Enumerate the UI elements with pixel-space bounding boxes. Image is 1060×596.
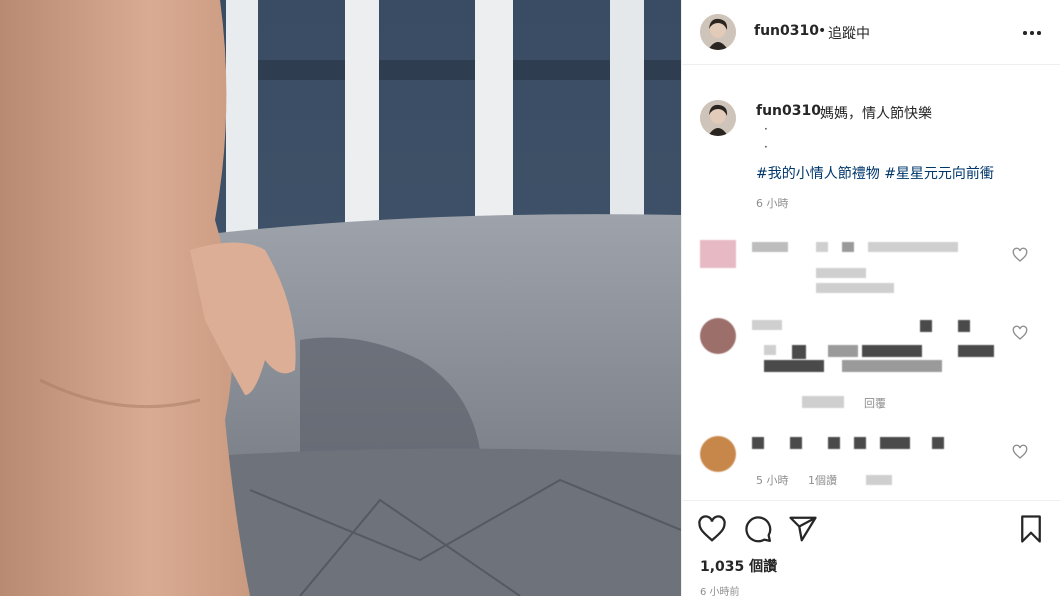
comment-reply-link[interactable]: 回覆: [864, 395, 886, 411]
pixelated-text: [816, 283, 894, 293]
pixelated-text: [868, 242, 958, 252]
caption-dot: ·: [764, 122, 768, 136]
hashtag-link[interactable]: #星星元元向前衝: [884, 166, 994, 182]
pixelated-text: [920, 320, 932, 332]
comment-icon[interactable]: [743, 514, 773, 544]
caption-dot: ·: [764, 140, 768, 154]
following-button[interactable]: 追蹤中: [828, 23, 870, 43]
pixelated-text: [880, 437, 910, 449]
action-bar: 1,035 個讚 6 小時前: [682, 500, 1060, 596]
post-photo[interactable]: [0, 0, 681, 596]
pixelated-text: [866, 475, 892, 485]
pixelated-text: [752, 437, 764, 449]
comment-timestamp: 5 小時: [756, 474, 789, 487]
caption-text: 媽媽，情人節快樂: [820, 106, 932, 122]
pixelated-text: [764, 360, 824, 372]
caption-hashtags: #我的小情人節禮物 #星星元元向前衝: [756, 163, 994, 183]
photo-illustration: [0, 0, 681, 596]
comment-like-icon[interactable]: [1012, 247, 1028, 263]
pixelated-text: [752, 320, 782, 330]
pixelated-text: [790, 437, 802, 449]
pixelated-text: [958, 345, 994, 357]
post-header: fun0310 • 追蹤中: [682, 0, 1060, 65]
like-count[interactable]: 1,035 個讚: [700, 556, 777, 576]
comment-avatar[interactable]: [700, 240, 736, 268]
comment-avatar[interactable]: [700, 318, 736, 354]
pixelated-text: [802, 396, 844, 408]
caption-username[interactable]: fun0310: [756, 103, 821, 119]
heart-icon[interactable]: [697, 514, 727, 544]
pixelated-text: [816, 268, 866, 278]
comment-like-icon[interactable]: [1012, 444, 1028, 460]
caption-avatar[interactable]: [700, 100, 736, 136]
bookmark-icon[interactable]: [1016, 514, 1046, 544]
pixelated-text: [828, 345, 858, 357]
comment-like-icon[interactable]: [1012, 325, 1028, 341]
pixelated-text: [792, 345, 806, 359]
pixelated-text: [752, 242, 788, 252]
pixelated-text: [958, 320, 970, 332]
comment-likes[interactable]: 1個讚: [808, 472, 837, 488]
author-avatar[interactable]: [700, 14, 736, 50]
author-username[interactable]: fun0310: [754, 23, 819, 39]
pixelated-text: [764, 345, 776, 355]
more-options-icon[interactable]: [1020, 22, 1044, 42]
hashtag-link[interactable]: #我的小情人節禮物: [756, 166, 880, 182]
share-icon[interactable]: [788, 514, 818, 544]
caption-timestamp: 6 小時: [756, 197, 789, 210]
separator-dot: •: [818, 23, 827, 39]
post-timestamp: 6 小時前: [700, 587, 740, 596]
pixelated-text: [862, 345, 922, 357]
pixelated-text: [842, 242, 854, 252]
pixelated-text: [828, 437, 840, 449]
comment-avatar[interactable]: [700, 436, 736, 472]
pixelated-text: [854, 437, 866, 449]
pixelated-text: [842, 360, 942, 372]
pixelated-text: [932, 437, 944, 449]
pixelated-text: [816, 242, 828, 252]
post-sidebar: fun0310 • 追蹤中 fun0310 媽媽，情人節快樂 · · #我的小情…: [681, 0, 1060, 596]
